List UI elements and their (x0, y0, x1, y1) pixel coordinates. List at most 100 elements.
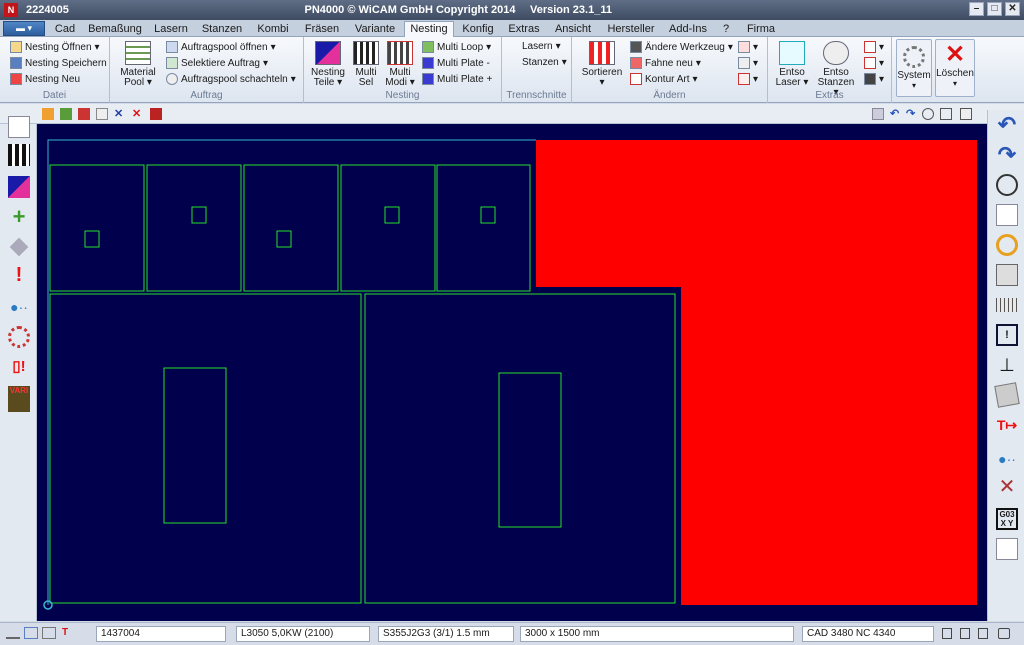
tab-hersteller[interactable]: Hersteller (600, 21, 662, 37)
extras-tool-2[interactable]: ▾ (864, 57, 884, 69)
blue-x-icon[interactable]: ✕ (114, 108, 126, 120)
gcode-xy-icon[interactable]: G03 X Y (996, 508, 1018, 530)
status-order: 1437004 (96, 626, 226, 642)
entso-laser-button[interactable]: Entso Laser ▾ (772, 41, 812, 88)
info-icon[interactable]: ! (996, 324, 1018, 346)
maximize-button[interactable]: □ (987, 2, 1002, 16)
tab-help[interactable]: ? (714, 21, 738, 37)
document-icon[interactable] (8, 116, 30, 138)
status-view-1-icon[interactable] (942, 628, 952, 639)
variant-folder-icon[interactable]: VARI (8, 386, 30, 412)
tab-nesting[interactable]: Nesting (404, 21, 454, 37)
tab-lasern[interactable]: Lasern (148, 21, 194, 37)
status-view-3-icon[interactable] (978, 628, 988, 639)
undo-small-icon[interactable]: ↶ (890, 108, 902, 120)
quick-tool-4-icon[interactable] (96, 108, 108, 120)
tab-bemassung[interactable]: Bemaßung (84, 21, 146, 37)
zoom-window-small-icon[interactable] (940, 108, 952, 120)
tab-addins[interactable]: Add-Ins (664, 21, 712, 37)
entso-laser-icon (779, 41, 805, 65)
sortieren-button[interactable]: Sortieren ▾ (578, 41, 626, 88)
vector-tool-button[interactable]: ▾ (738, 73, 758, 85)
pencil-icon[interactable] (9, 237, 29, 257)
nesting-canvas[interactable] (37, 124, 987, 621)
fahne-new-button[interactable]: Fahne neu ▾ (630, 57, 701, 69)
tab-variante[interactable]: Variante (348, 21, 402, 37)
tab-ansicht[interactable]: Ansicht (548, 21, 598, 37)
multi-plate-minus-button[interactable]: Multi Plate - (422, 57, 490, 69)
extras-tool-1[interactable]: ▾ (864, 41, 884, 53)
multi-loop-button[interactable]: Multi Loop ▾ (422, 41, 491, 53)
nesting-save-button[interactable]: Nesting Speichern (10, 57, 107, 69)
tab-firma[interactable]: Firma (740, 21, 782, 37)
tab-fraesen[interactable]: Fräsen (298, 21, 346, 37)
document-warning-icon[interactable]: ▯! (8, 356, 30, 378)
tab-kombi[interactable]: Kombi (250, 21, 296, 37)
tab-cad[interactable]: Cad (48, 21, 82, 37)
quick-tool-1-icon[interactable] (42, 108, 54, 120)
red-x-icon[interactable]: ✕ (132, 108, 144, 120)
add-part-icon[interactable]: + (8, 206, 30, 228)
tool-icon (630, 41, 642, 53)
multi-modi-button[interactable]: Multi Modi ▾ (384, 41, 416, 88)
minimize-button[interactable]: – (969, 2, 984, 16)
refresh-icon[interactable] (996, 234, 1018, 256)
multi-plate-plus-button[interactable]: Multi Plate + (422, 73, 492, 85)
close-button[interactable]: ✕ (1005, 2, 1020, 16)
print-small-icon[interactable] (960, 108, 972, 120)
quick-tool-7-icon[interactable] (150, 108, 162, 120)
nesting-view-icon[interactable] (8, 176, 30, 198)
trenn-stanzen-button[interactable]: Stanzen ▾ (522, 57, 567, 68)
zoom-all-icon[interactable] (996, 174, 1018, 196)
change-tool-button[interactable]: Ändere Werkzeug ▾ (630, 41, 733, 53)
system-button[interactable]: System ▾ (896, 39, 932, 97)
schachteln-button[interactable]: Auftragspool schachteln ▾ (166, 73, 296, 85)
tab-extras[interactable]: Extras (502, 21, 546, 37)
info-bubble-icon[interactable]: ●·· (8, 296, 30, 318)
arrow-tool-button[interactable]: ▾ (738, 41, 758, 53)
kontur-art-button[interactable]: Kontur Art ▾ (630, 73, 698, 85)
tools-icon[interactable]: ✕ (996, 476, 1018, 498)
right-toolbar: ↶ ↷ ! ⊥ T↦ ●·· ✕ G03 X Y (987, 110, 1024, 621)
view-tool-1-icon[interactable] (872, 108, 884, 120)
select-order-button[interactable]: Selektiere Auftrag ▾ (166, 57, 268, 69)
tab-konfig[interactable]: Konfig (456, 21, 500, 37)
auftragspool-open-button[interactable]: Auftragspool öffnen ▾ (166, 41, 276, 53)
trenn-lasern-button[interactable]: Lasern ▾ (522, 41, 561, 52)
status-tool-1-icon[interactable] (6, 627, 20, 639)
app-menu-button[interactable]: ▬ ▾ (3, 21, 45, 36)
print-icon[interactable] (996, 264, 1018, 286)
quick-tool-2-icon[interactable] (60, 108, 72, 120)
multi-sel-button[interactable]: Multi Sel (350, 41, 382, 88)
pin-icon[interactable]: ⊥ (996, 354, 1018, 376)
status-view-2-icon[interactable] (960, 628, 970, 639)
notes-icon[interactable] (994, 382, 1020, 408)
quick-tool-3-icon[interactable] (78, 108, 90, 120)
material-pool-button[interactable]: Material Pool ▾ (118, 41, 158, 88)
undo-icon[interactable]: ↶ (996, 114, 1018, 136)
nesting-open-button[interactable]: Nesting Öffnen ▾ (10, 41, 100, 53)
status-tool-4-icon[interactable]: T (62, 627, 76, 639)
document-zoom-icon[interactable] (996, 538, 1018, 560)
zoom-page-icon[interactable] (996, 204, 1018, 226)
quick-toolbar: ✕ ✕ ↶ ↷ (0, 104, 1024, 124)
grid-parts-icon[interactable] (8, 144, 30, 166)
status-tool-3-icon[interactable] (42, 627, 56, 639)
sequence-icon[interactable] (8, 326, 30, 348)
loeschen-button[interactable]: ✕ Löschen ▾ (935, 39, 975, 97)
redo-small-icon[interactable]: ↷ (906, 108, 918, 120)
select-icon (166, 57, 178, 69)
zoom-small-icon[interactable] (922, 108, 934, 120)
extras-tool-3[interactable]: ▾ (864, 73, 884, 85)
tab-stanzen[interactable]: Stanzen (196, 21, 248, 37)
edit-tool-button[interactable]: ▾ (738, 57, 758, 69)
nesting-new-button[interactable]: Nesting Neu (10, 73, 80, 85)
redo-icon[interactable]: ↷ (996, 144, 1018, 166)
warning-icon[interactable]: ! (8, 264, 30, 286)
nesting-teile-button[interactable]: Nesting Teile ▾ (310, 41, 346, 88)
bubble-icon[interactable]: ●·· (996, 448, 1018, 470)
measure-icon[interactable]: T↦ (996, 414, 1018, 436)
status-view-4-icon[interactable] (998, 628, 1010, 639)
status-tool-2-icon[interactable] (24, 627, 38, 639)
ruler-icon[interactable] (996, 298, 1018, 312)
